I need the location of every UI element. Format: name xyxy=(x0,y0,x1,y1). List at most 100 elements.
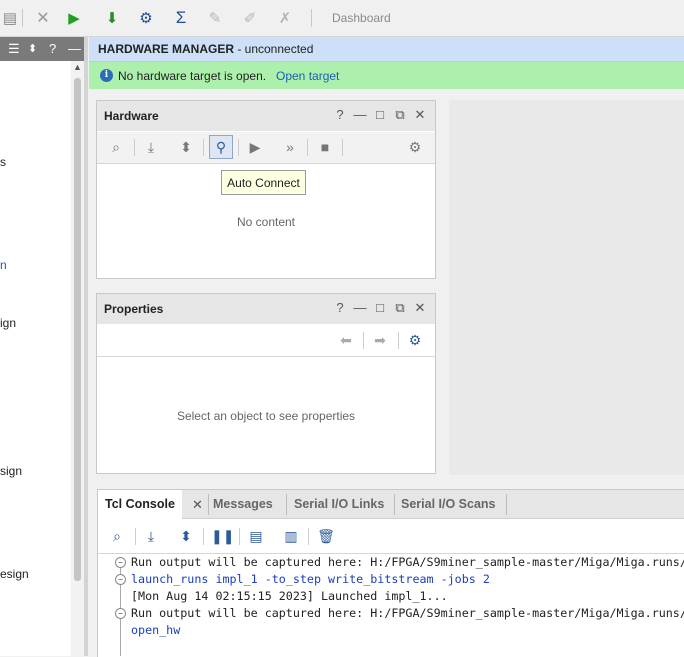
collapse-all-icon[interactable]: ⤓ xyxy=(141,527,161,545)
toolbar-divider xyxy=(342,139,343,156)
pause-icon[interactable]: ❚❚ xyxy=(211,527,234,545)
run-icon[interactable]: ▶ xyxy=(64,8,84,28)
toolbar-divider xyxy=(239,528,240,545)
hardware-manager-title: HARDWARE MANAGER - unconnected xyxy=(98,42,313,56)
toolbar-divider xyxy=(238,139,239,156)
trash-icon[interactable]: 🗑 xyxy=(316,527,336,545)
minimize-icon[interactable]: — xyxy=(353,107,367,123)
forward-arrow-icon[interactable]: ➡ xyxy=(370,331,390,349)
tools-icon[interactable]: ✗ xyxy=(275,8,295,28)
copy-icon[interactable]: ▤ xyxy=(0,8,20,28)
copy-icon[interactable]: ▤ xyxy=(246,527,266,545)
fast-forward-icon[interactable]: » xyxy=(280,138,300,156)
expand-icon[interactable]: ⬍ xyxy=(28,41,37,57)
toolbar-divider xyxy=(203,139,204,156)
flow-item[interactable]: n xyxy=(0,258,7,272)
info-icon: i xyxy=(100,69,113,82)
open-target-link[interactable]: Open target xyxy=(276,69,339,83)
title-text: HARDWARE MANAGER xyxy=(98,42,234,56)
columns-icon[interactable]: ▥ xyxy=(281,527,301,545)
toolbar-divider xyxy=(363,332,364,349)
notification-text: No hardware target is open. xyxy=(118,69,267,83)
notification-bar: i No hardware target is open. Open targe… xyxy=(89,62,684,89)
toolbar-divider xyxy=(22,9,23,27)
panel-splitter[interactable] xyxy=(84,37,88,656)
tcl-console: Tcl Console ✕ Messages Serial I/O Links … xyxy=(97,489,684,657)
search-icon[interactable]: ⌕ xyxy=(106,138,126,156)
help-icon[interactable]: ? xyxy=(333,300,347,316)
toolbar-divider xyxy=(307,139,308,156)
toolbar-divider xyxy=(308,528,309,545)
tab-tcl-console[interactable]: Tcl Console xyxy=(98,490,182,519)
flow-item[interactable]: ign xyxy=(0,316,16,330)
left-panel-header: ☰ ⬍ ? — xyxy=(0,37,84,61)
maximize-icon[interactable]: □ xyxy=(373,300,387,316)
console-tabs: Tcl Console ✕ Messages Serial I/O Links … xyxy=(98,490,684,519)
panel-title: Properties xyxy=(104,302,164,316)
help-icon[interactable]: ? xyxy=(333,107,347,123)
scrollbar-thumb[interactable] xyxy=(74,78,81,581)
properties-panel-header: Properties ? — □ ⧉ ✕ xyxy=(97,294,435,324)
toolbar-divider xyxy=(398,332,399,349)
close-icon[interactable]: ✕ xyxy=(413,107,427,123)
back-arrow-icon[interactable]: ⬅ xyxy=(336,331,356,349)
float-icon[interactable]: ⧉ xyxy=(393,107,407,123)
workspace-area xyxy=(449,100,684,475)
console-line: open_hw xyxy=(131,623,181,637)
toolbar-divider xyxy=(203,528,204,545)
expand-all-icon[interactable]: ⬍ xyxy=(176,527,196,545)
gear-icon[interactable]: ⚙ xyxy=(405,331,425,349)
auto-connect-icon[interactable]: ⚲ xyxy=(209,135,233,159)
empty-state-text: Select an object to see properties xyxy=(176,409,356,423)
tab-serial-io-scans[interactable]: Serial I/O Scans xyxy=(394,490,503,518)
toolbar-divider xyxy=(135,528,136,545)
search-icon[interactable]: ⌕ xyxy=(107,527,127,545)
expand-all-icon[interactable]: ⬍ xyxy=(176,138,196,156)
scroll-up-icon[interactable]: ▲ xyxy=(73,62,82,72)
stop-icon[interactable]: ■ xyxy=(315,138,335,156)
flow-navigator: s n ign sign esign xyxy=(0,61,71,656)
close-icon[interactable]: ✕ xyxy=(192,490,203,520)
run-tool-icon[interactable]: ✎ xyxy=(205,8,225,28)
maximize-icon[interactable]: □ xyxy=(373,107,387,123)
console-line: Run output will be captured here: H:/FPG… xyxy=(131,555,684,569)
help-icon[interactable]: ? xyxy=(49,41,56,57)
gear-icon[interactable]: ⚙ xyxy=(405,138,425,156)
settings-icon[interactable]: ⚙ xyxy=(136,8,156,28)
tab-messages[interactable]: Messages xyxy=(206,490,280,518)
main-toolbar: ▤ ✕ ▶ ⬇ ⚙ Σ ✎ ✐ ✗ Dashboard xyxy=(0,0,684,37)
program-device-icon[interactable]: ⬇ xyxy=(102,8,122,28)
sigma-icon[interactable]: Σ xyxy=(171,8,191,28)
console-line: [Mon Aug 14 02:15:15 2023] Launched impl… xyxy=(131,589,448,603)
fold-toggle-icon[interactable]: − xyxy=(115,557,126,568)
toolbar-divider xyxy=(134,139,135,156)
properties-panel: Properties ? — □ ⧉ ✕ ⬅ ➡ ⚙ Select an obj… xyxy=(96,293,436,474)
flow-item[interactable]: esign xyxy=(0,567,29,581)
empty-state-text: No content xyxy=(236,215,296,229)
panel-title: Hardware xyxy=(104,109,159,123)
edit-tool-icon[interactable]: ✐ xyxy=(240,8,260,28)
tab-divider xyxy=(506,494,507,515)
console-output: − Run output will be captured here: H:/F… xyxy=(98,554,684,657)
collapse-all-icon[interactable]: ⤓ xyxy=(141,138,161,156)
flow-item[interactable]: s xyxy=(0,155,6,169)
close-icon[interactable]: ✕ xyxy=(33,8,53,28)
close-icon[interactable]: ✕ xyxy=(413,300,427,316)
flow-item[interactable]: sign xyxy=(0,464,22,478)
console-toolbar: ⌕ ⤓ ⬍ ❚❚ ▤ ▥ 🗑 xyxy=(98,519,684,554)
hardware-panel-header: Hardware ? — □ ⧉ ✕ xyxy=(97,101,435,131)
collapse-all-icon[interactable]: ☰ xyxy=(8,41,20,57)
tab-serial-io-links[interactable]: Serial I/O Links xyxy=(287,490,391,518)
dashboard-button[interactable]: Dashboard xyxy=(332,11,391,25)
run-icon[interactable]: ▶ xyxy=(245,138,265,156)
fold-toggle-icon[interactable]: − xyxy=(115,574,126,585)
console-line: launch_runs impl_1 -to_step write_bitstr… xyxy=(131,572,490,586)
toolbar-divider xyxy=(311,9,312,27)
console-line: Run output will be captured here: H:/FPG… xyxy=(131,606,684,620)
minimize-icon[interactable]: — xyxy=(68,41,81,57)
minimize-icon[interactable]: — xyxy=(353,300,367,316)
properties-toolbar: ⬅ ➡ ⚙ xyxy=(97,325,435,357)
auto-connect-tooltip: Auto Connect xyxy=(221,170,306,195)
fold-toggle-icon[interactable]: − xyxy=(115,608,126,619)
float-icon[interactable]: ⧉ xyxy=(393,300,407,316)
